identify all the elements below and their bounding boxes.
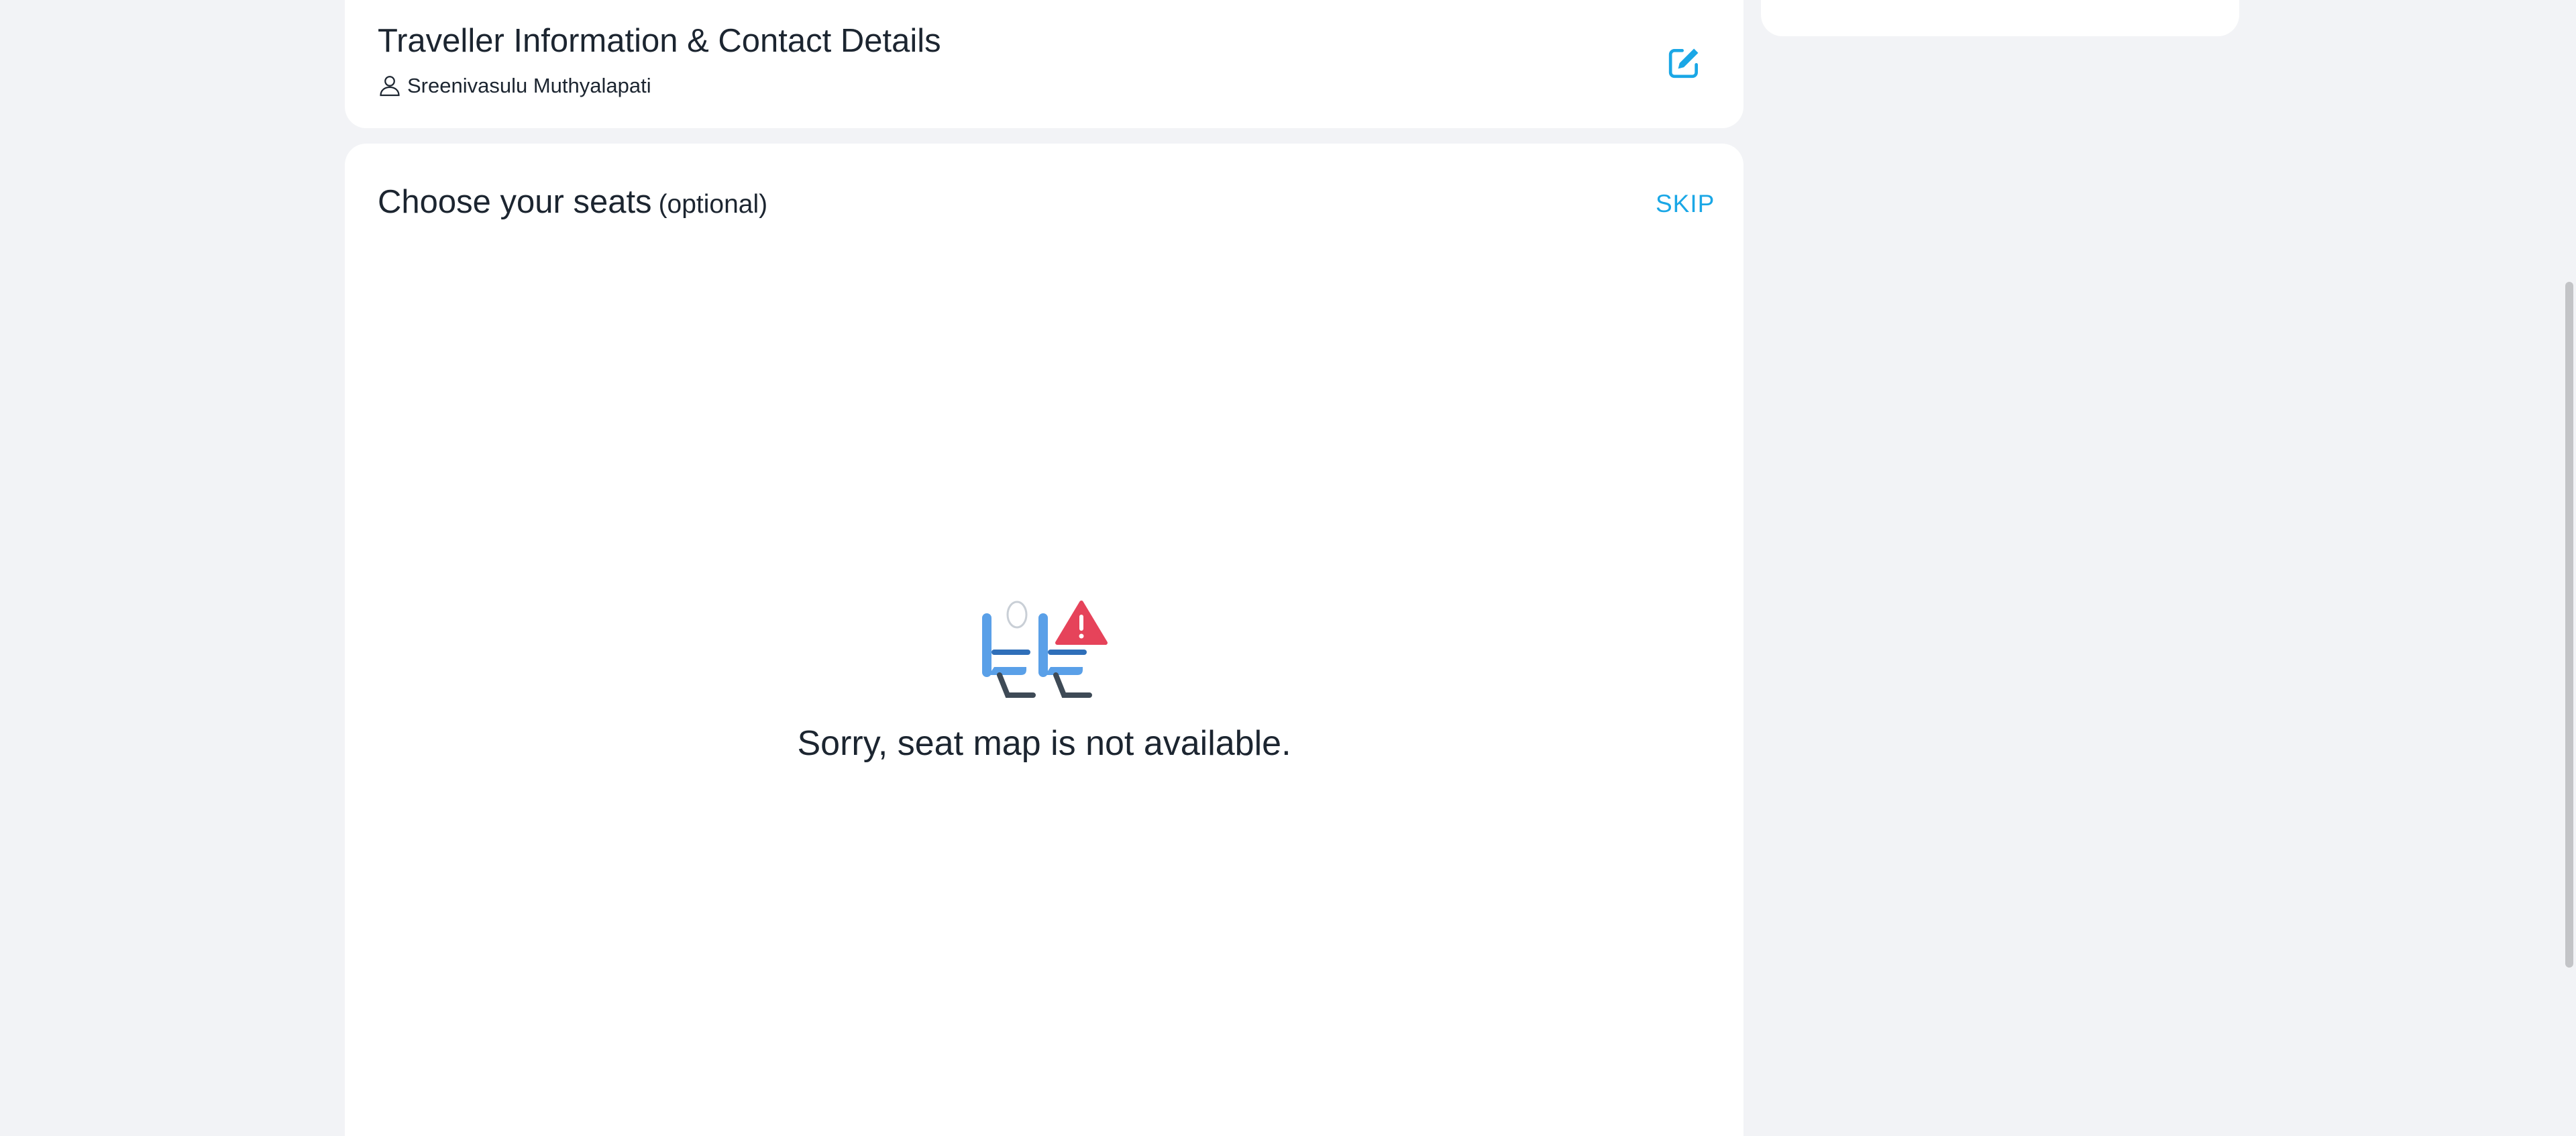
skip-button[interactable]: SKIP [1656,191,1715,216]
traveller-name: Sreenivasulu Muthyalapati [407,73,651,97]
traveller-name-row: Sreenivasulu Muthyalapati [378,73,651,97]
edit-icon [1668,48,1699,79]
seat-map-empty-state: Sorry, seat map is not available. [345,600,1743,761]
checkout-page: Traveller Information & Contact Details … [0,0,2576,1136]
seat-selection-title: Choose your seats (optional) [378,186,767,219]
traveller-info-title: Traveller Information & Contact Details [378,23,941,59]
edit-traveller-button[interactable] [1660,39,1708,87]
page-scrollbar-thumb[interactable] [2565,282,2573,968]
optional-label: (optional) [658,190,768,219]
seat-map-unavailable-message: Sorry, seat map is not available. [797,724,1291,763]
seat-selection-card: Choose your seats (optional) SKIP Sorry,… [345,144,1743,1136]
summary-card [1761,0,2239,36]
seat-selection-heading: Choose your seats [378,184,652,220]
user-icon [378,73,402,97]
seat-warning-icon [981,601,1108,698]
traveller-info-card: Traveller Information & Contact Details … [345,0,1743,128]
